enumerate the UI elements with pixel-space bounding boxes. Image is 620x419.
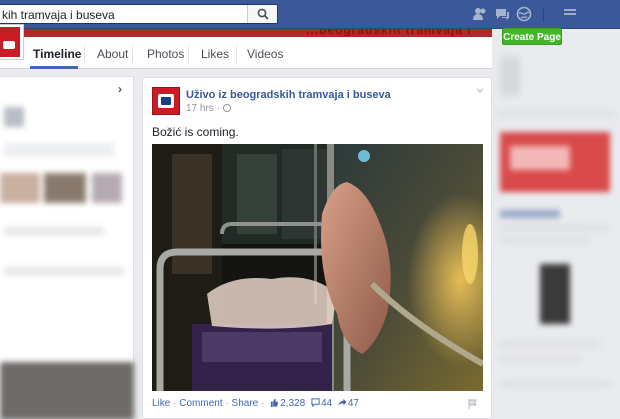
post-photo[interactable] [152, 144, 483, 391]
top-nav-bar: kih tramvaja i buseva [0, 0, 620, 29]
active-tab-indicator [30, 66, 78, 69]
create-page-button[interactable]: Create Page [502, 28, 562, 45]
account-menu-icon[interactable] [550, 7, 580, 21]
share-arrow-icon [338, 398, 347, 407]
likes-count[interactable]: 2,328 [270, 398, 308, 409]
post-text: Božić is coming. [152, 125, 239, 139]
shares-count[interactable]: 47 [338, 398, 359, 409]
search-input[interactable]: kih tramvaja i buseva [2, 8, 115, 22]
search-icon [257, 8, 269, 20]
post-action-bar: Like · Comment · Share · 2,328 44 47 [152, 398, 359, 409]
notifications-icon[interactable] [516, 6, 532, 22]
top-divider [543, 7, 544, 22]
thumbs-up-icon [271, 398, 279, 407]
post-author-name[interactable]: Uživo iz beogradskih tramvaja i buseva [186, 89, 391, 101]
search-box[interactable]: kih tramvaja i buseva [0, 4, 278, 24]
cover-photo[interactable]: ...beogradskih tramvaja i buseva [0, 29, 492, 37]
page-tab-bar: Timeline About Photos Likes Videos [0, 37, 492, 69]
tab-divider [236, 45, 237, 63]
right-sidebar-blurred [496, 50, 620, 419]
comments-count[interactable]: 44 [311, 398, 335, 409]
tab-divider [84, 45, 85, 63]
audience-globe-icon [222, 104, 231, 112]
search-button[interactable] [247, 5, 277, 23]
timeline-post: Uživo iz beogradskih tramvaja i buseva 1… [142, 77, 492, 419]
comment-bubble-icon [311, 398, 320, 407]
tab-divider [132, 45, 133, 63]
tab-likes[interactable]: Likes [201, 47, 229, 61]
tab-divider [188, 45, 189, 63]
page-profile-picture[interactable] [0, 24, 24, 60]
share-link[interactable]: Share [232, 398, 259, 409]
post-author-avatar[interactable] [152, 87, 180, 115]
tram-interior-photo [152, 144, 483, 391]
left-sidebar-blurred [0, 77, 134, 419]
cover-title: ...beogradskih tramvaja i buseva [306, 29, 472, 37]
post-options-chevron-icon[interactable] [476, 87, 484, 95]
tab-photos[interactable]: Photos [147, 47, 184, 61]
left-sidebar-card [0, 76, 134, 419]
tab-videos[interactable]: Videos [247, 47, 283, 61]
like-link[interactable]: Like [152, 398, 170, 409]
messages-icon[interactable] [494, 6, 510, 22]
friend-requests-icon[interactable] [472, 6, 488, 22]
chevron-right-icon[interactable]: › [118, 82, 122, 96]
post-timestamp[interactable]: 17 hrs · [186, 103, 231, 114]
tab-timeline[interactable]: Timeline [33, 47, 81, 61]
tab-about[interactable]: About [97, 47, 128, 61]
report-flag-icon[interactable] [468, 399, 477, 409]
comment-link[interactable]: Comment [179, 398, 222, 409]
